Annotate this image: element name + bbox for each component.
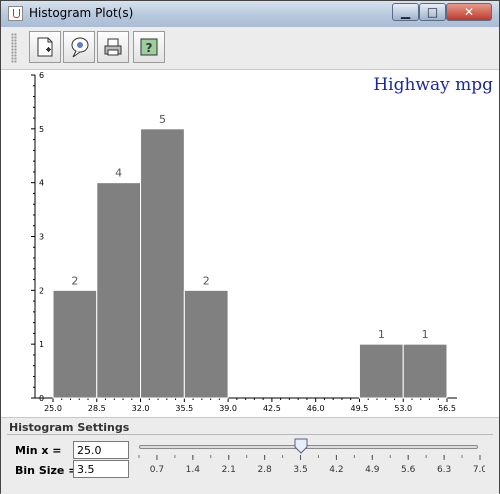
y-tick-label: 4 xyxy=(39,179,44,188)
bar-count-label: 1 xyxy=(378,328,385,341)
x-tick-label: 35.5 xyxy=(175,404,193,413)
x-tick-label: 49.5 xyxy=(351,404,369,413)
bar-count-label: 2 xyxy=(203,274,210,287)
slider-tick-label: 6.3 xyxy=(437,465,451,475)
min-x-label: Min x = xyxy=(15,444,62,457)
bin-size-slider-track[interactable] xyxy=(139,445,478,449)
slider-tick-label: 7.0 xyxy=(473,465,485,475)
java-cup-icon xyxy=(8,6,23,21)
slider-tick-label: 3.5 xyxy=(293,465,307,475)
min-x-input[interactable] xyxy=(73,441,129,459)
title-bar[interactable]: Histogram Plot(s) ▁ □ ✕ xyxy=(1,1,499,28)
histogram-plot: 0 1 2 3 4 5 6 25.0 28.5 32.0 35.5 39.0 42.5 46.0 49.5 5… xyxy=(31,71,457,413)
slider-tick-label: 4.2 xyxy=(329,465,343,475)
toolbar-grip[interactable] xyxy=(11,33,17,63)
y-tick-label: 6 xyxy=(39,71,44,80)
bin-size-label: Bin Size = xyxy=(15,464,78,477)
bar-count-label: 4 xyxy=(115,167,122,180)
close-button[interactable]: ✕ xyxy=(446,3,492,21)
maximize-button[interactable]: □ xyxy=(419,3,446,21)
bin-size-input[interactable] xyxy=(73,460,129,478)
x-tick-label: 42.5 xyxy=(263,404,281,413)
histogram-bar xyxy=(358,343,404,399)
settings-title: Histogram Settings xyxy=(9,421,130,434)
toolbar: ? xyxy=(1,27,499,70)
y-tick-label: 3 xyxy=(39,233,44,242)
slider-tick-label: 4.9 xyxy=(365,465,380,475)
chart-title: Highway mpg xyxy=(373,75,493,95)
printer-icon xyxy=(104,38,122,56)
minimize-button[interactable]: ▁ xyxy=(392,3,419,21)
help-button[interactable]: ? xyxy=(133,31,165,63)
slider-tick-label: 0.7 xyxy=(150,465,164,475)
new-document-icon xyxy=(37,37,53,57)
slider-tick-label: 2.1 xyxy=(222,465,236,475)
y-tick-label: 2 xyxy=(39,286,44,295)
histogram-bar xyxy=(96,182,142,399)
slider-tick-label: 2.8 xyxy=(257,465,272,475)
help-icon: ? xyxy=(140,38,158,56)
y-tick-label: 0 xyxy=(39,394,44,403)
bin-size-slider-scale: 0.7 1.4 2.1 2.8 3.5 4.2 4.9 5.6 6.3 7.0 xyxy=(138,455,485,475)
x-tick-label: 28.5 xyxy=(88,404,106,413)
x-tick-label: 32.0 xyxy=(132,404,150,413)
bar-count-label: 1 xyxy=(422,328,429,341)
bar-count-label: 5 xyxy=(159,113,166,126)
histogram-bar xyxy=(140,128,185,399)
info-button[interactable] xyxy=(63,31,95,63)
slider-tick-label: 1.4 xyxy=(186,465,201,475)
x-tick-label: 39.0 xyxy=(219,404,237,413)
histogram-settings-panel: Histogram Settings Min x = Bin Size = 0.… xyxy=(1,417,499,494)
new-document-button[interactable] xyxy=(29,31,61,63)
y-tick-label: 1 xyxy=(39,340,44,349)
info-balloon-icon xyxy=(71,37,89,58)
histogram-bar xyxy=(402,343,448,399)
histogram-bar xyxy=(183,289,229,399)
x-tick-label: 56.5 xyxy=(438,404,456,413)
histogram-bar xyxy=(52,289,98,399)
svg-text:?: ? xyxy=(146,41,153,55)
settings-divider xyxy=(7,434,493,435)
window-title: Histogram Plot(s) xyxy=(29,6,134,20)
bar-count-label: 2 xyxy=(71,274,78,287)
bin-size-slider-thumb[interactable] xyxy=(294,438,308,454)
y-tick-label: 5 xyxy=(39,125,44,134)
x-tick-label: 53.0 xyxy=(394,404,412,413)
print-button[interactable] xyxy=(97,31,129,63)
x-tick-label: 25.0 xyxy=(44,404,62,413)
slider-tick-label: 5.6 xyxy=(401,465,416,475)
histogram-window: Histogram Plot(s) ▁ □ ✕ ? 0 1 2 3 4 5 6 … xyxy=(0,0,500,494)
x-tick-label: 46.0 xyxy=(307,404,325,413)
